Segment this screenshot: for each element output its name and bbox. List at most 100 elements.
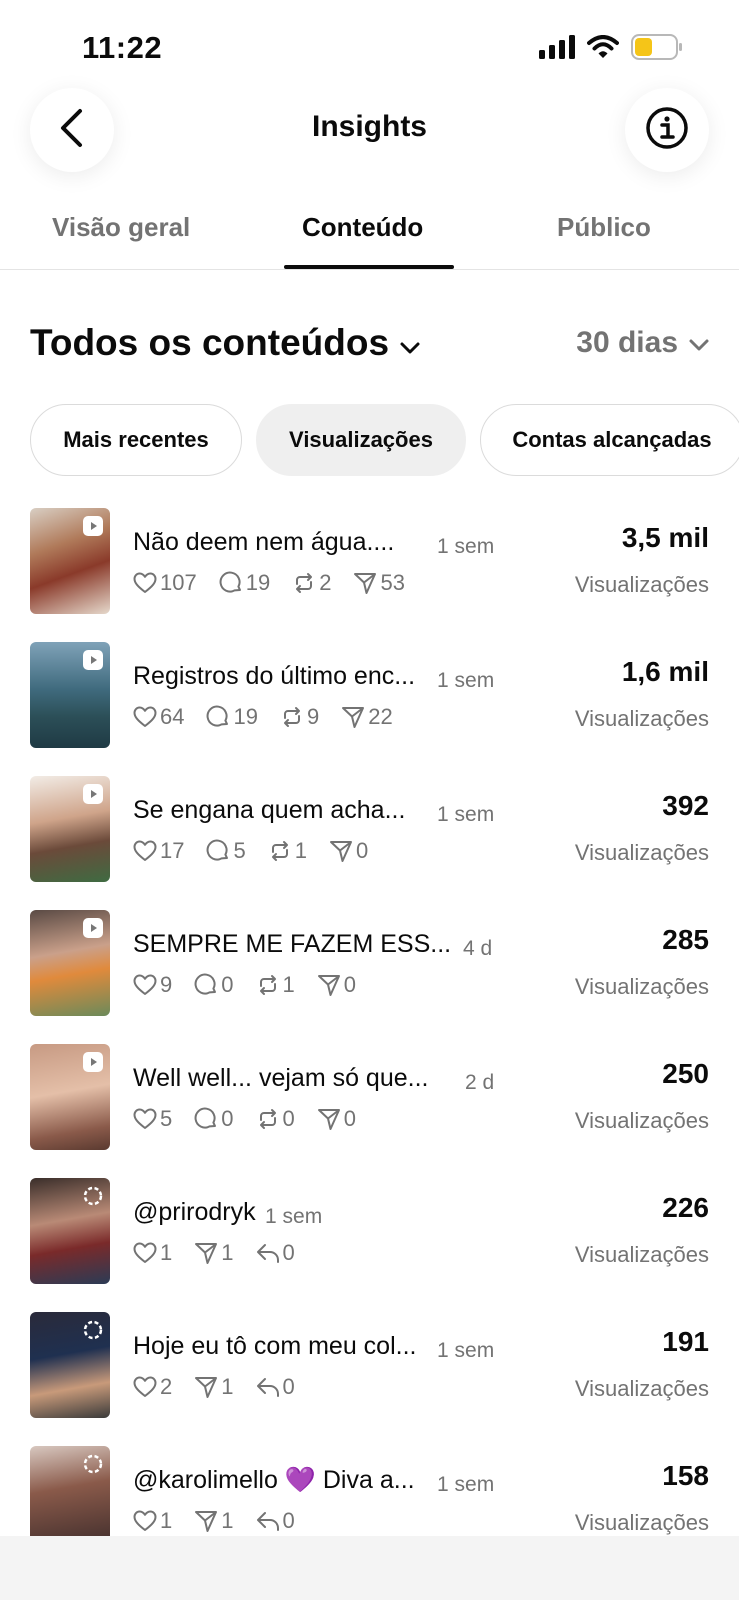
stat-reply: 0 <box>256 1374 295 1400</box>
reply-icon <box>256 1376 280 1398</box>
filter-row: Todos os conteúdos 30 dias <box>30 322 710 366</box>
content-row[interactable]: Hoje eu tô com meu col... 1 sem 2 1 0 191 Visu… <box>0 1312 739 1420</box>
stat-comment: 19 <box>219 570 270 596</box>
stat-value: 0 <box>282 1240 295 1265</box>
content-age: 1 sem <box>437 535 495 558</box>
content-caption: Se engana quem acha... <box>133 796 406 824</box>
stat-heart: 1 <box>133 1508 172 1534</box>
comment-icon <box>194 1107 218 1131</box>
content-age: 4 d <box>463 937 493 960</box>
content-row[interactable]: Well well... vejam só que... 2 d 5 0 0 0 250 Vi… <box>0 1044 739 1152</box>
repost-icon <box>256 1107 280 1131</box>
content-thumbnail <box>30 776 110 882</box>
content-thumbnail <box>30 1044 110 1150</box>
stat-value: 19 <box>245 570 271 595</box>
bottom-area <box>0 1536 739 1600</box>
heart-icon <box>133 1510 157 1532</box>
content-thumbnail <box>30 1178 110 1284</box>
stat-reply: 0 <box>256 1508 295 1534</box>
period-label: 30 dias <box>576 326 678 359</box>
share-icon <box>329 839 353 863</box>
content-stats: 107 19 2 53 <box>133 570 427 596</box>
stat-value: 19 <box>233 704 258 729</box>
stat-heart: 9 <box>133 972 172 998</box>
stat-value: 9 <box>160 972 173 997</box>
views-label: Visualizações <box>574 1108 709 1133</box>
stat-value: 5 <box>160 1106 173 1131</box>
content-stats: 1 1 0 <box>133 1240 317 1266</box>
battery-icon <box>631 34 683 65</box>
stat-value: 2 <box>319 570 332 595</box>
status-icons <box>539 34 683 65</box>
content-filter-dropdown[interactable]: Todos os conteúdos <box>30 322 421 364</box>
stat-share: 1 <box>194 1374 234 1400</box>
content-age: 1 sem <box>437 1473 495 1496</box>
stat-heart: 107 <box>133 570 197 596</box>
chip-most-recent[interactable]: Mais recentes <box>30 404 242 476</box>
content-row[interactable]: Registros do último enc... 1 sem 64 19 9 22 1,… <box>0 642 739 750</box>
content-row[interactable]: Não deem nem água.... 1 sem 107 19 2 53 3,5 mi… <box>0 508 739 616</box>
content-row[interactable]: Se engana quem acha... 1 sem 17 5 1 0 392 Visua… <box>0 776 739 884</box>
stat-value: 0 <box>221 972 234 997</box>
comment-icon <box>194 973 218 997</box>
content-stats: 9 0 1 0 <box>133 972 378 998</box>
content-caption: SEMPRE ME FAZEM ESS... <box>133 930 452 958</box>
stat-value: 1 <box>221 1374 234 1399</box>
content-row[interactable]: @prirodryk 1 sem 1 1 0 226 Visualizações <box>0 1178 739 1286</box>
stat-comment: 5 <box>206 838 246 864</box>
heart-icon <box>133 1108 157 1130</box>
content-age: 1 sem <box>265 1205 323 1228</box>
tab-audience[interactable]: Público <box>557 212 651 243</box>
views-label: Visualizações <box>574 1376 709 1401</box>
tab-overview[interactable]: Visão geral <box>52 212 190 243</box>
content-stats: 1 1 0 <box>133 1508 317 1534</box>
period-dropdown[interactable]: 30 dias <box>576 326 710 360</box>
content-row[interactable]: SEMPRE ME FAZEM ESS... 4 d 9 0 1 0 285 Visualiz… <box>0 910 739 1018</box>
status-bar: 11:22 <box>0 0 739 90</box>
reel-icon <box>83 784 103 804</box>
share-icon <box>341 705 365 729</box>
content-thumbnail <box>30 642 110 748</box>
share-icon <box>317 973 341 997</box>
stat-share: 1 <box>194 1240 234 1266</box>
stat-value: 0 <box>355 838 369 863</box>
stat-value: 17 <box>160 838 185 863</box>
heart-icon <box>133 1242 157 1264</box>
views-count: 392 <box>662 790 709 821</box>
content-age: 1 sem <box>437 669 495 692</box>
content-row[interactable]: @karolimello 💜 Diva a... 1 sem 1 1 0 158 Visua… <box>0 1446 739 1536</box>
status-time: 11:22 <box>82 30 163 65</box>
chevron-down-icon <box>399 322 421 364</box>
stat-value: 107 <box>160 570 197 595</box>
tab-content[interactable]: Conteúdo <box>302 212 423 243</box>
content-caption: Hoje eu tô com meu col... <box>133 1332 417 1360</box>
content-stats: 64 19 9 22 <box>133 704 415 730</box>
chip-views[interactable]: Visualizações <box>256 404 466 476</box>
story-icon <box>83 1454 103 1474</box>
chip-accounts-reached[interactable]: Contas alcançadas <box>480 404 739 476</box>
active-tab-indicator <box>284 265 454 269</box>
stat-heart: 17 <box>133 838 184 864</box>
stat-value: 2 <box>160 1374 173 1399</box>
stat-value: 0 <box>343 972 356 997</box>
stat-repost: 9 <box>280 704 319 730</box>
views-label: Visualizações <box>574 706 709 731</box>
stat-value: 9 <box>306 704 320 729</box>
heart-icon <box>133 974 157 996</box>
stat-value: 1 <box>221 1240 234 1265</box>
views-count: 1,6 mil <box>621 656 709 687</box>
stat-heart: 64 <box>133 704 184 730</box>
stat-heart: 5 <box>133 1106 172 1132</box>
story-icon <box>83 1186 103 1206</box>
reel-icon <box>83 1052 103 1072</box>
stat-value: 1 <box>282 972 295 997</box>
stat-value: 1 <box>294 838 307 863</box>
info-button[interactable] <box>625 88 709 172</box>
repost-icon <box>268 839 292 863</box>
views-count: 285 <box>662 924 709 955</box>
stat-heart: 1 <box>133 1240 172 1266</box>
content-age: 1 sem <box>437 803 495 826</box>
stat-value: 22 <box>368 704 393 729</box>
heart-icon <box>133 840 157 862</box>
repost-icon <box>280 705 304 729</box>
